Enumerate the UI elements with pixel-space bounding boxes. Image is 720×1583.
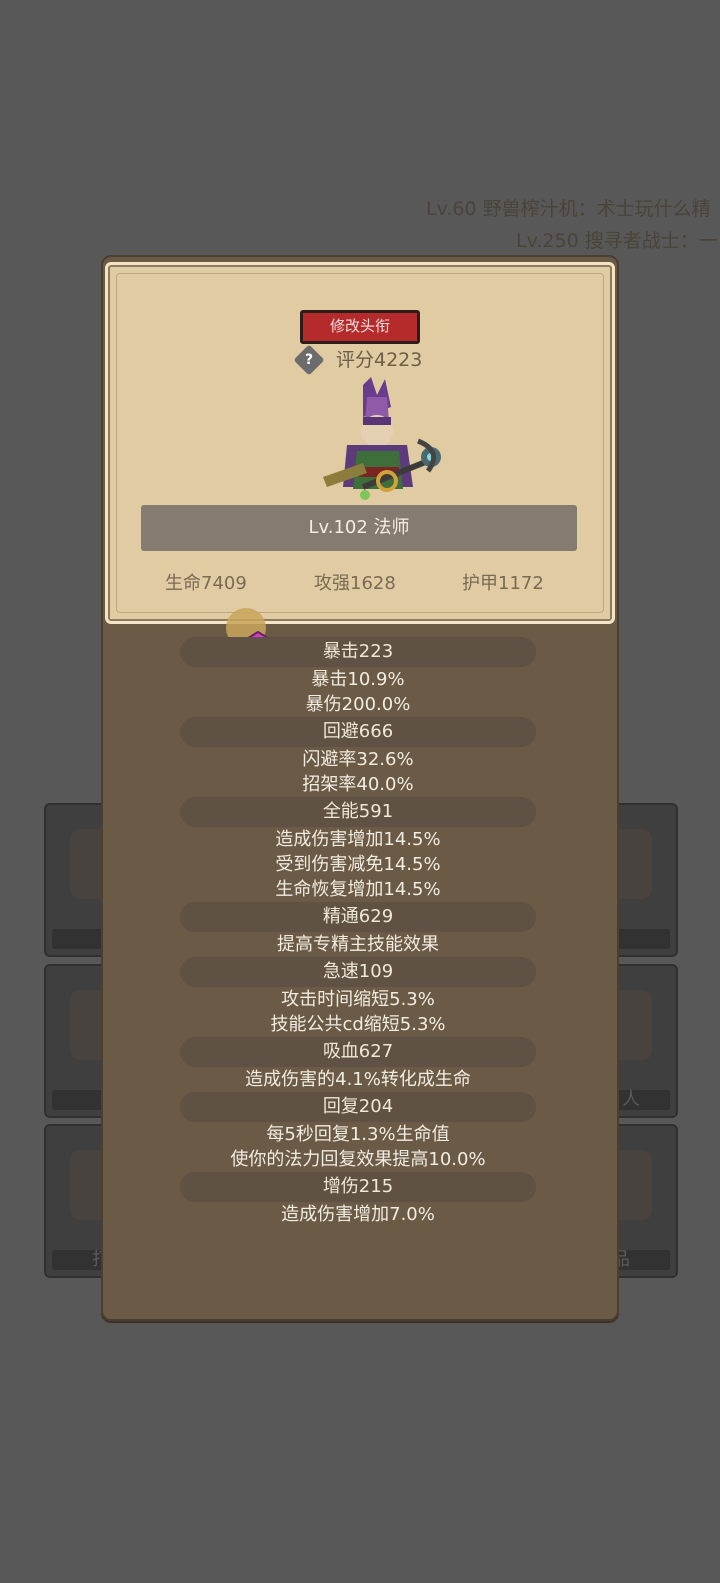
stat-line: 造成伤害的4.1%转化成生命 [245, 1069, 471, 1090]
attack-stat: 攻强1628 [314, 573, 396, 594]
score-label: 评分4223 [336, 349, 423, 371]
help-icon[interactable]: ? [293, 344, 325, 376]
stat-line: 暴击10.9% [311, 669, 405, 690]
armor-stat: 护甲1172 [462, 573, 544, 594]
stat-line: 暴伤200.0% [305, 694, 411, 715]
ticker-line-2: Lv.250 搜寻者战士：一 [516, 230, 718, 252]
stat-mastery-header: 精通629 [180, 902, 536, 932]
stat-line: 生命恢复增加14.5% [275, 879, 441, 900]
stat-line: 每5秒回复1.3%生命值 [266, 1124, 450, 1145]
character-name-level: Lv.102 法师 [141, 505, 577, 551]
help-glyph: ? [304, 352, 314, 368]
mage-character-image [323, 377, 441, 500]
stat-crit-header: 暴击223 [180, 637, 536, 667]
stat-line: 受到伤害减免14.5% [275, 854, 441, 875]
stat-line: 攻击时间缩短5.3% [281, 989, 435, 1010]
stat-line: 闪避率32.6% [302, 749, 414, 770]
profile-card: 修改头衔 ? 评分4223 Lv.102 法师 生命7409 攻强1628 护甲… [105, 262, 615, 624]
stat-line: 提高专精主技能效果 [277, 934, 439, 955]
stat-regen-header: 回复204 [180, 1092, 536, 1122]
stat-line: 使你的法力回复效果提高10.0% [230, 1149, 486, 1170]
stat-line: 造成伤害增加14.5% [275, 829, 441, 850]
stat-line: 造成伤害增加7.0% [281, 1204, 435, 1225]
stat-versatility-header: 全能591 [180, 797, 536, 827]
stat-dodge-header: 回避666 [180, 717, 536, 747]
hp-stat: 生命7409 [165, 573, 247, 594]
stat-line: 招架率40.0% [302, 774, 414, 795]
stat-lifesteal-header: 吸血627 [180, 1037, 536, 1067]
rename-title-button[interactable]: 修改头衔 [300, 310, 420, 344]
secondary-stats-list: 暴击223 暴击10.9% 暴伤200.0% 回避666 闪避率32.6% 招架… [101, 637, 615, 1227]
stat-damage-boost-header: 增伤215 [180, 1172, 536, 1202]
ticker-line-1: Lv.60 野兽榨汁机：术士玩什么精 [426, 198, 711, 220]
stat-line: 技能公共cd缩短5.3% [270, 1014, 446, 1035]
stat-haste-header: 急速109 [180, 957, 536, 987]
